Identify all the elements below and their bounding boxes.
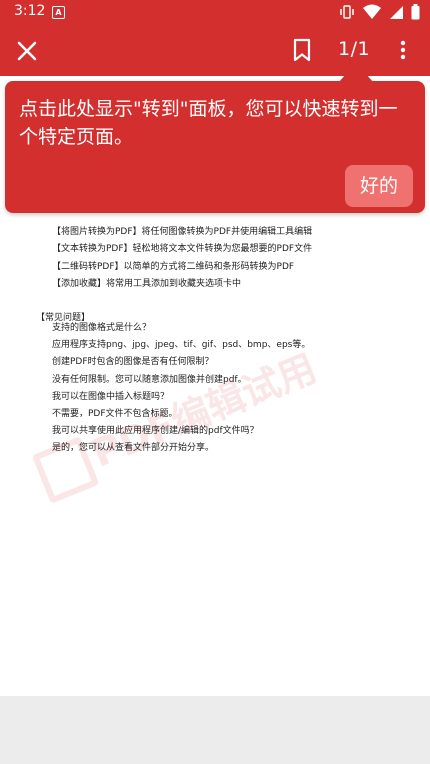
pdf-text-line: 没有任何限制。您可以随意添加图像并创建pdf。 [52, 375, 247, 385]
status-time: 3:12 [14, 3, 46, 19]
more-options-icon[interactable] [396, 39, 410, 61]
pdf-text-line: 【添加收藏】将常用工具添加到收藏夹选项卡中 [52, 279, 242, 289]
pdf-text-line: 我可以在图像中插入标题吗？ [52, 392, 170, 402]
pdf-text-line: 是的，您可以从查看文件部分开始分享。 [52, 443, 215, 453]
close-icon[interactable] [14, 38, 40, 64]
notification-icon: A [52, 6, 65, 19]
page-indicator[interactable]: 1/1 [338, 38, 370, 60]
tooltip-arrow [338, 63, 374, 83]
pdf-text-line: 支持的图像格式是什么？ [52, 323, 152, 333]
pdf-text-line: 【二维码转PDF】以简单的方式将二维码和条形码转换为PDF [52, 262, 295, 272]
signal-icon [390, 6, 403, 19]
pdf-text-line: 【将图片转换为PDF】将任何图像转换为PDF并使用编辑工具编辑 [52, 227, 313, 237]
battery-icon [411, 4, 420, 20]
status-bar: 3:12 A [0, 0, 430, 24]
wifi-icon [363, 4, 381, 19]
goto-tooltip: 点击此处显示"转到"面板，您可以快速转到一个特定页面。 好的 [5, 63, 425, 213]
pdf-text-line: 我可以共享使用此应用程序创建/编辑的pdf文件吗？ [52, 426, 259, 436]
vibrate-icon [340, 5, 354, 19]
pdf-text-line: 创建PDF时包含的图像是否有任何限制？ [52, 357, 214, 367]
pdf-text-line: 【文本转换为PDF】轻松地将文本文件转换为您最想要的PDF文件 [52, 244, 313, 254]
tooltip-message: 点击此处显示"转到"面板，您可以快速转到一个特定页面。 [19, 98, 398, 148]
pdf-text-line: 不需要，PDF文件不包含标题。 [52, 409, 178, 419]
pdf-text-line: 应用程序支持png、jpg、jpeg、tif、gif、psd、bmp、eps等。 [52, 340, 311, 350]
bookmark-icon[interactable] [290, 38, 314, 62]
ok-button[interactable]: 好的 [345, 165, 413, 207]
status-icons [339, 4, 420, 20]
